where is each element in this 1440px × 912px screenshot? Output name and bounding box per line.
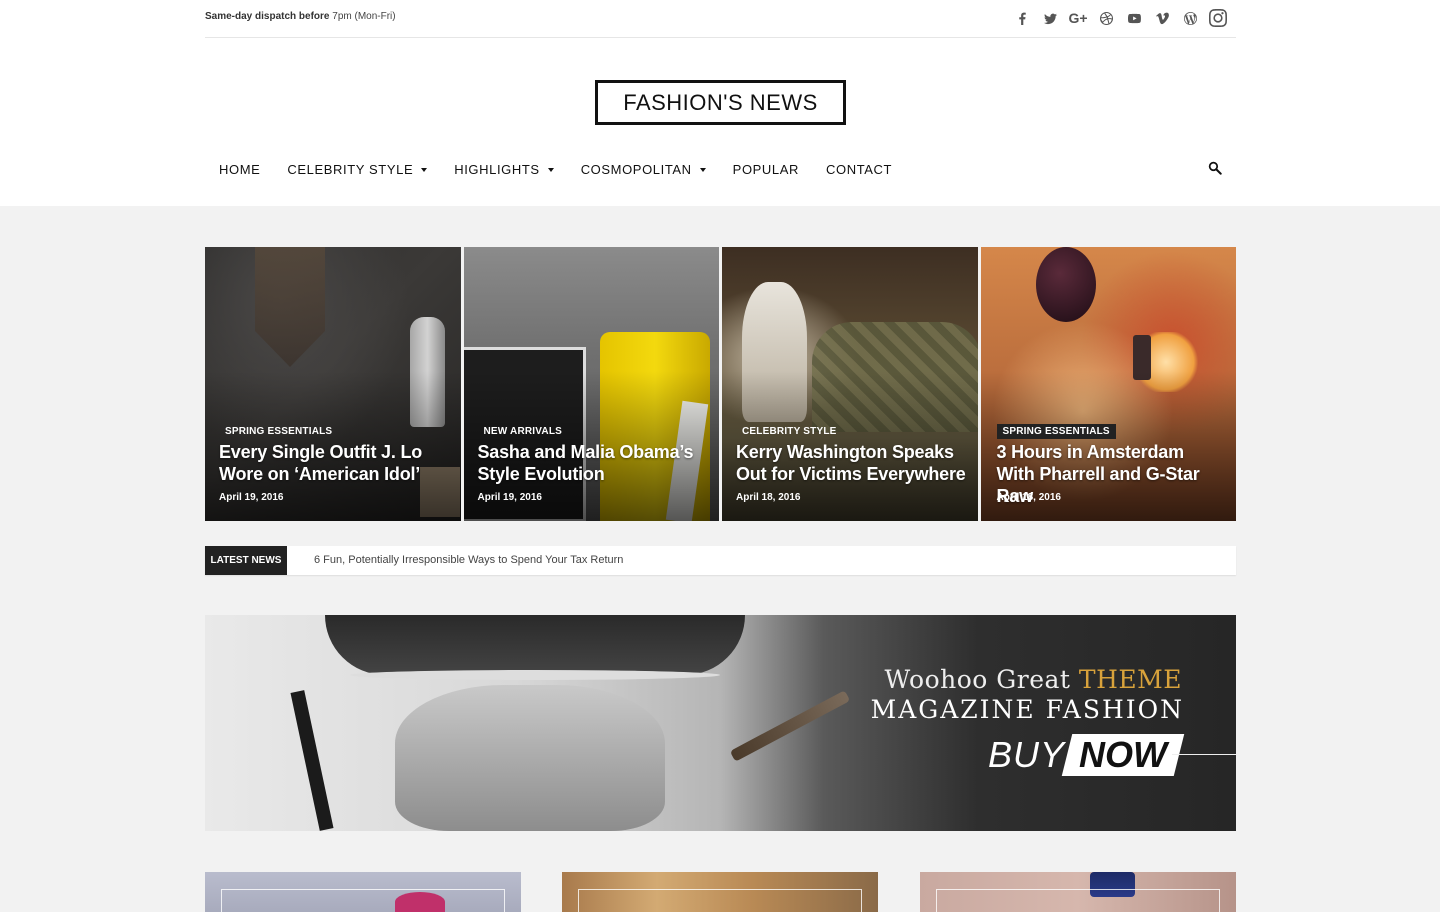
nav-item-popular[interactable]: POPULAR (733, 162, 799, 177)
chevron-down-icon (421, 168, 428, 172)
top-bar: Same-day dispatch before 7pm (Mon-Fri) G… (205, 0, 1236, 38)
post-date: April 18, 2016 (996, 492, 1061, 503)
card-frame (221, 889, 505, 912)
nav-item-cosmopolitan[interactable]: COSMOPOLITAN (581, 162, 706, 177)
post-title[interactable]: Sasha and Malia Obama’s Style Evolution (478, 441, 710, 485)
now-box: NOW (1061, 734, 1185, 776)
nav-item-label: HOME (219, 161, 261, 177)
banner-line-1: Woohoo Great THEME (885, 665, 1182, 694)
dispatch-notice-bold: Same-day dispatch before (205, 11, 330, 22)
banner-line-2: MAGAZINE FASHION (870, 695, 1184, 724)
buy-now-button[interactable]: BUY NOW (987, 733, 1185, 777)
post-date: April 19, 2016 (477, 492, 542, 503)
main-navigation: HOME CELEBRITY STYLE HIGHLIGHTS COSMOPOL… (205, 157, 1236, 181)
decor-balloon (1035, 247, 1096, 322)
latest-news-label: LATEST NEWS (205, 546, 287, 575)
banner-line-1-highlight: THEME (1078, 665, 1182, 694)
featured-post[interactable]: SPRING ESSENTIALS Every Single Outfit J.… (205, 247, 461, 521)
ad-banner[interactable]: Woohoo Great THEME MAGAZINE FASHION BUY … (205, 615, 1236, 831)
site-header: Same-day dispatch before 7pm (Mon-Fri) G… (0, 0, 1440, 206)
decor-hat (325, 615, 745, 675)
nav-item-celebrity-style[interactable]: CELEBRITY STYLE (287, 161, 428, 177)
youtube-icon[interactable] (1120, 8, 1148, 28)
chevron-down-icon (547, 168, 554, 172)
social-links: G+ (1008, 8, 1232, 28)
featured-post[interactable]: SPRING ESSENTIALS 3 Hours in Amsterdam W… (980, 247, 1236, 521)
decor-face (395, 685, 665, 831)
site-logo-text: FASHION'S NEWS (623, 89, 818, 115)
nav-item-label: COSMOPOLITAN (580, 161, 692, 177)
card-frame (936, 889, 1220, 912)
latest-news-link[interactable]: 6 Fun, Potentially Irresponsible Ways to… (314, 554, 623, 566)
twitter-icon[interactable] (1036, 8, 1064, 28)
facebook-icon[interactable] (1008, 8, 1036, 28)
nav-item-label: CELEBRITY STYLE (287, 161, 414, 177)
card-frame (578, 889, 862, 912)
latest-news-ticker: LATEST NEWS 6 Fun, Potentially Irrespons… (205, 546, 1236, 575)
post-cards (205, 872, 1236, 912)
post-card[interactable] (562, 872, 878, 912)
post-title[interactable]: Every Single Outfit J. Lo Wore on ‘Ameri… (219, 441, 451, 485)
category-label[interactable]: CELEBRITY STYLE (736, 424, 843, 439)
dispatch-notice: Same-day dispatch before 7pm (Mon-Fri) (205, 11, 396, 22)
google-plus-icon[interactable]: G+ (1064, 8, 1092, 28)
featured-posts: SPRING ESSENTIALS Every Single Outfit J.… (205, 247, 1236, 521)
dispatch-notice-time: 7pm (Mon-Fri) (329, 11, 396, 22)
category-label[interactable]: SPRING ESSENTIALS (219, 424, 338, 439)
dribbble-icon[interactable] (1092, 8, 1120, 28)
post-card[interactable] (920, 872, 1236, 912)
post-card[interactable] (205, 872, 521, 912)
nav-item-home[interactable]: HOME (219, 162, 260, 177)
nav-item-label: POPULAR (732, 161, 800, 177)
banner-rule (1172, 754, 1236, 755)
post-date: April 19, 2016 (219, 492, 284, 503)
banner-line-1-text: Woohoo Great (884, 665, 1071, 694)
category-label[interactable]: NEW ARRIVALS (478, 424, 569, 439)
decor-suspender (290, 690, 334, 831)
instagram-icon[interactable] (1204, 8, 1232, 28)
search-icon[interactable] (1208, 161, 1222, 175)
nav-item-label: CONTACT (826, 161, 893, 177)
post-date: April 18, 2016 (736, 492, 801, 503)
chevron-down-icon (699, 168, 706, 172)
nav-item-highlights[interactable]: HIGHLIGHTS (454, 161, 554, 177)
nav-item-label: HIGHLIGHTS (454, 161, 540, 177)
wordpress-icon[interactable] (1176, 8, 1204, 28)
decor-hat-brim (350, 670, 720, 680)
buy-text: BUY (987, 734, 1066, 775)
now-text: NOW (1079, 734, 1167, 775)
nav-item-contact[interactable]: CONTACT (826, 162, 892, 177)
post-title[interactable]: Kerry Washington Speaks Out for Victims … (736, 441, 968, 485)
vimeo-icon[interactable] (1148, 8, 1176, 28)
category-label[interactable]: SPRING ESSENTIALS (996, 424, 1116, 439)
featured-post[interactable]: NEW ARRIVALS Sasha and Malia Obama’s Sty… (463, 247, 719, 521)
featured-post[interactable]: CELEBRITY STYLE Kerry Washington Speaks … (722, 247, 978, 521)
decor-cigar (729, 690, 851, 762)
site-logo[interactable]: FASHION'S NEWS (595, 80, 846, 125)
decor-pennant (255, 247, 325, 367)
